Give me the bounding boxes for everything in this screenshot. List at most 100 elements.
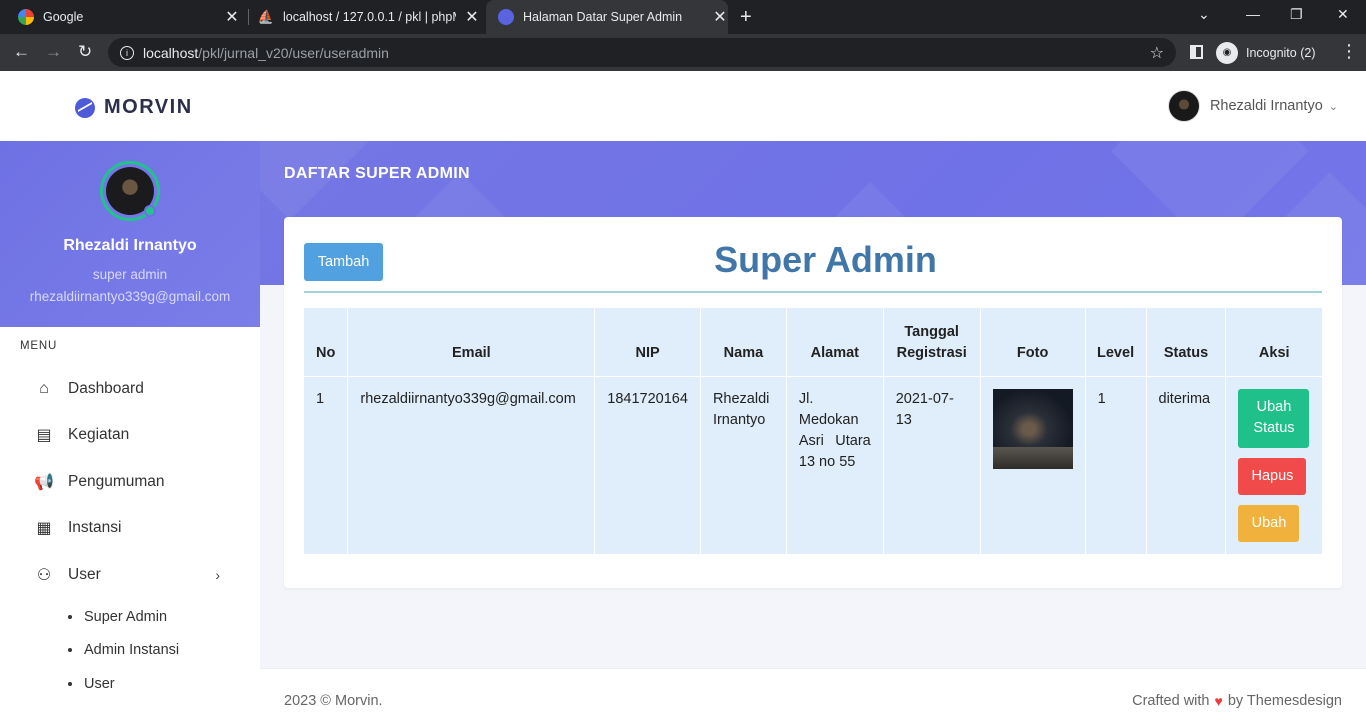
phpmyadmin-icon: ⛵ (257, 9, 275, 24)
morvin-logo-icon (75, 97, 95, 118)
sidebar-subitem-label: User (84, 676, 115, 692)
cell-tanggal: 2021-07-13 (883, 376, 981, 554)
cell-no: 1 (304, 376, 349, 554)
megaphone-icon: 📢 (34, 474, 54, 491)
sidebar-item-label: Pengumuman (68, 473, 165, 490)
sidebar-profile: Rhezaldi Irnantyo super admin rhezaldiir… (0, 141, 260, 327)
brand-logo[interactable]: MORVIN (75, 96, 193, 119)
column-header: Alamat (786, 308, 884, 377)
sidebar-item-pengumuman[interactable]: 📢 Pengumuman (34, 470, 234, 494)
divider (304, 291, 1322, 293)
browser-tab-google[interactable]: Google ✕ (18, 0, 240, 34)
sidebar-subitem-label: Super Admin (84, 609, 168, 625)
tab-title: Halaman Datar Super Admin (523, 10, 683, 24)
site-info-icon[interactable]: i (120, 45, 134, 60)
cell-alamat: Jl. Medokan Asri Utara 13 no 55 (786, 376, 884, 554)
cell-level: 1 (1085, 376, 1147, 554)
online-status-dot (144, 205, 156, 217)
sidebar-item-label: User (68, 566, 101, 583)
footer-copyright: 2023 © Morvin. (284, 693, 383, 709)
user-menu-dropdown[interactable]: Rhezaldi Irnantyo ⌄ (1167, 90, 1338, 122)
column-header: Tanggal Registrasi (883, 308, 981, 377)
cell-aksi: Ubah Status Hapus Ubah (1226, 376, 1322, 554)
sidebar-item-label: Kegiatan (68, 426, 130, 443)
edit-button[interactable]: Ubah (1238, 504, 1300, 542)
app-header: MORVIN Rhezaldi Irnantyo ⌄ (0, 71, 1366, 141)
bullet-icon (68, 648, 72, 652)
new-tab-icon[interactable]: + (740, 6, 752, 29)
window-close-icon[interactable]: ✕ (1337, 6, 1349, 23)
bookmark-star-icon[interactable]: ☆ (1150, 43, 1164, 63)
minimize-icon[interactable]: — (1246, 6, 1260, 22)
browser-tabbar: Google ✕ ⛵ localhost / 127.0.0.1 / pkl |… (0, 0, 1366, 34)
forward-icon[interactable]: → (45, 42, 62, 62)
users-icon: ⚇ (36, 567, 52, 584)
google-icon (18, 9, 34, 25)
sidebar-item-dashboard[interactable]: ⌂ Dashboard (34, 377, 234, 401)
tab-title: Google (43, 10, 84, 24)
browser-menu-icon[interactable]: ⋮ (1340, 41, 1358, 62)
tab-separator (248, 9, 249, 25)
close-tab-icon[interactable]: ✕ (712, 7, 728, 27)
incognito-label: Incognito (2) (1246, 45, 1316, 60)
super-admin-card: Super Admin Tambah No Email NIP Nama Ala… (284, 217, 1342, 588)
add-button[interactable]: Tambah (304, 243, 383, 281)
column-header: Nama (700, 308, 787, 377)
sidebar-user-email: rhezaldiirnantyo339g@gmail.com (29, 289, 231, 304)
user-menu-name: Rhezaldi Irnantyo (1209, 98, 1323, 114)
browser-toolbar: ← → ↻ i localhost/pkl/jurnal_v20/user/us… (0, 34, 1366, 71)
footer-credit-prefix: Crafted with (1132, 693, 1210, 709)
incognito-profile-button[interactable]: ◉ Incognito (2) (1216, 39, 1315, 66)
reload-icon[interactable]: ↻ (78, 42, 92, 62)
close-tab-icon[interactable]: ✕ (224, 7, 240, 27)
sidebar-item-instansi[interactable]: ▦ Instansi (34, 516, 234, 540)
sidebar-user-name: Rhezaldi Irnantyo (63, 237, 197, 254)
cell-email: rhezaldiirnantyo339g@gmail.com (347, 376, 596, 554)
footer-credit: Crafted with ♥ by Themesdesign (1132, 693, 1342, 709)
bullet-icon (68, 682, 72, 686)
morvin-favicon-icon (498, 9, 514, 25)
table-header-row: No Email NIP Nama Alamat Tanggal Registr… (304, 308, 1322, 377)
restore-icon[interactable]: ❐ (1290, 6, 1303, 23)
back-icon[interactable]: ← (13, 42, 30, 62)
sidebar: Rhezaldi Irnantyo super admin rhezaldiir… (0, 141, 260, 728)
url-path: /pkl/jurnal_v20/user/useradmin (198, 44, 389, 61)
sidebar-subitem-admin-instansi[interactable]: Admin Instansi (68, 642, 179, 658)
tab-title: localhost / 127.0.0.1 / pkl | phpMyA (283, 10, 456, 24)
chevron-down-icon: ⌄ (1328, 100, 1338, 113)
sidebar-subitem-user[interactable]: User (68, 676, 115, 692)
browser-tab-active[interactable]: Halaman Datar Super Admin ✕ (486, 0, 728, 34)
sidebar-item-kegiatan[interactable]: ▤ Kegiatan (34, 423, 234, 447)
home-icon: ⌂ (39, 380, 49, 397)
side-panel-icon[interactable] (1190, 45, 1203, 59)
clipboard-icon: ▤ (36, 427, 52, 444)
store-icon: ▦ (36, 520, 52, 537)
sidebar-item-user[interactable]: ⚇ User › (34, 563, 234, 587)
change-status-button[interactable]: Ubah Status (1238, 388, 1310, 448)
cell-foto (980, 376, 1086, 554)
close-tab-icon[interactable]: ✕ (464, 7, 480, 27)
column-header: Aksi (1225, 308, 1322, 377)
avatar (1167, 90, 1200, 122)
table-row: 1 rhezaldiirnantyo339g@gmail.com 1841720… (304, 376, 1322, 554)
sidebar-user-role: super admin (92, 267, 168, 282)
column-header: NIP (594, 308, 701, 377)
cell-status: diterima (1146, 376, 1227, 554)
sidebar-item-label: Instansi (68, 519, 122, 536)
column-header: Level (1085, 308, 1147, 377)
incognito-icon: ◉ (1216, 41, 1238, 64)
address-bar[interactable]: i localhost/pkl/jurnal_v20/user/useradmi… (108, 38, 1176, 67)
tab-search-icon[interactable]: ⌄ (1198, 6, 1210, 23)
sidebar-item-label: Dashboard (68, 380, 144, 397)
brand-name: MORVIN (104, 96, 193, 118)
sidebar-subitem-super-admin[interactable]: Super Admin (68, 609, 167, 625)
column-header: No (304, 308, 349, 377)
column-header: Foto (980, 308, 1086, 377)
page-title: DAFTAR SUPER ADMIN (284, 165, 470, 182)
user-photo[interactable] (992, 388, 1073, 469)
action-group: Ubah Status Hapus Ubah (1238, 388, 1310, 542)
footer-credit-suffix: by Themesdesign (1227, 693, 1342, 709)
browser-tab-phpmyadmin[interactable]: ⛵ localhost / 127.0.0.1 / pkl | phpMyA ✕ (258, 0, 480, 34)
cell-nip: 1841720164 (594, 376, 701, 554)
delete-button[interactable]: Hapus (1238, 457, 1307, 495)
